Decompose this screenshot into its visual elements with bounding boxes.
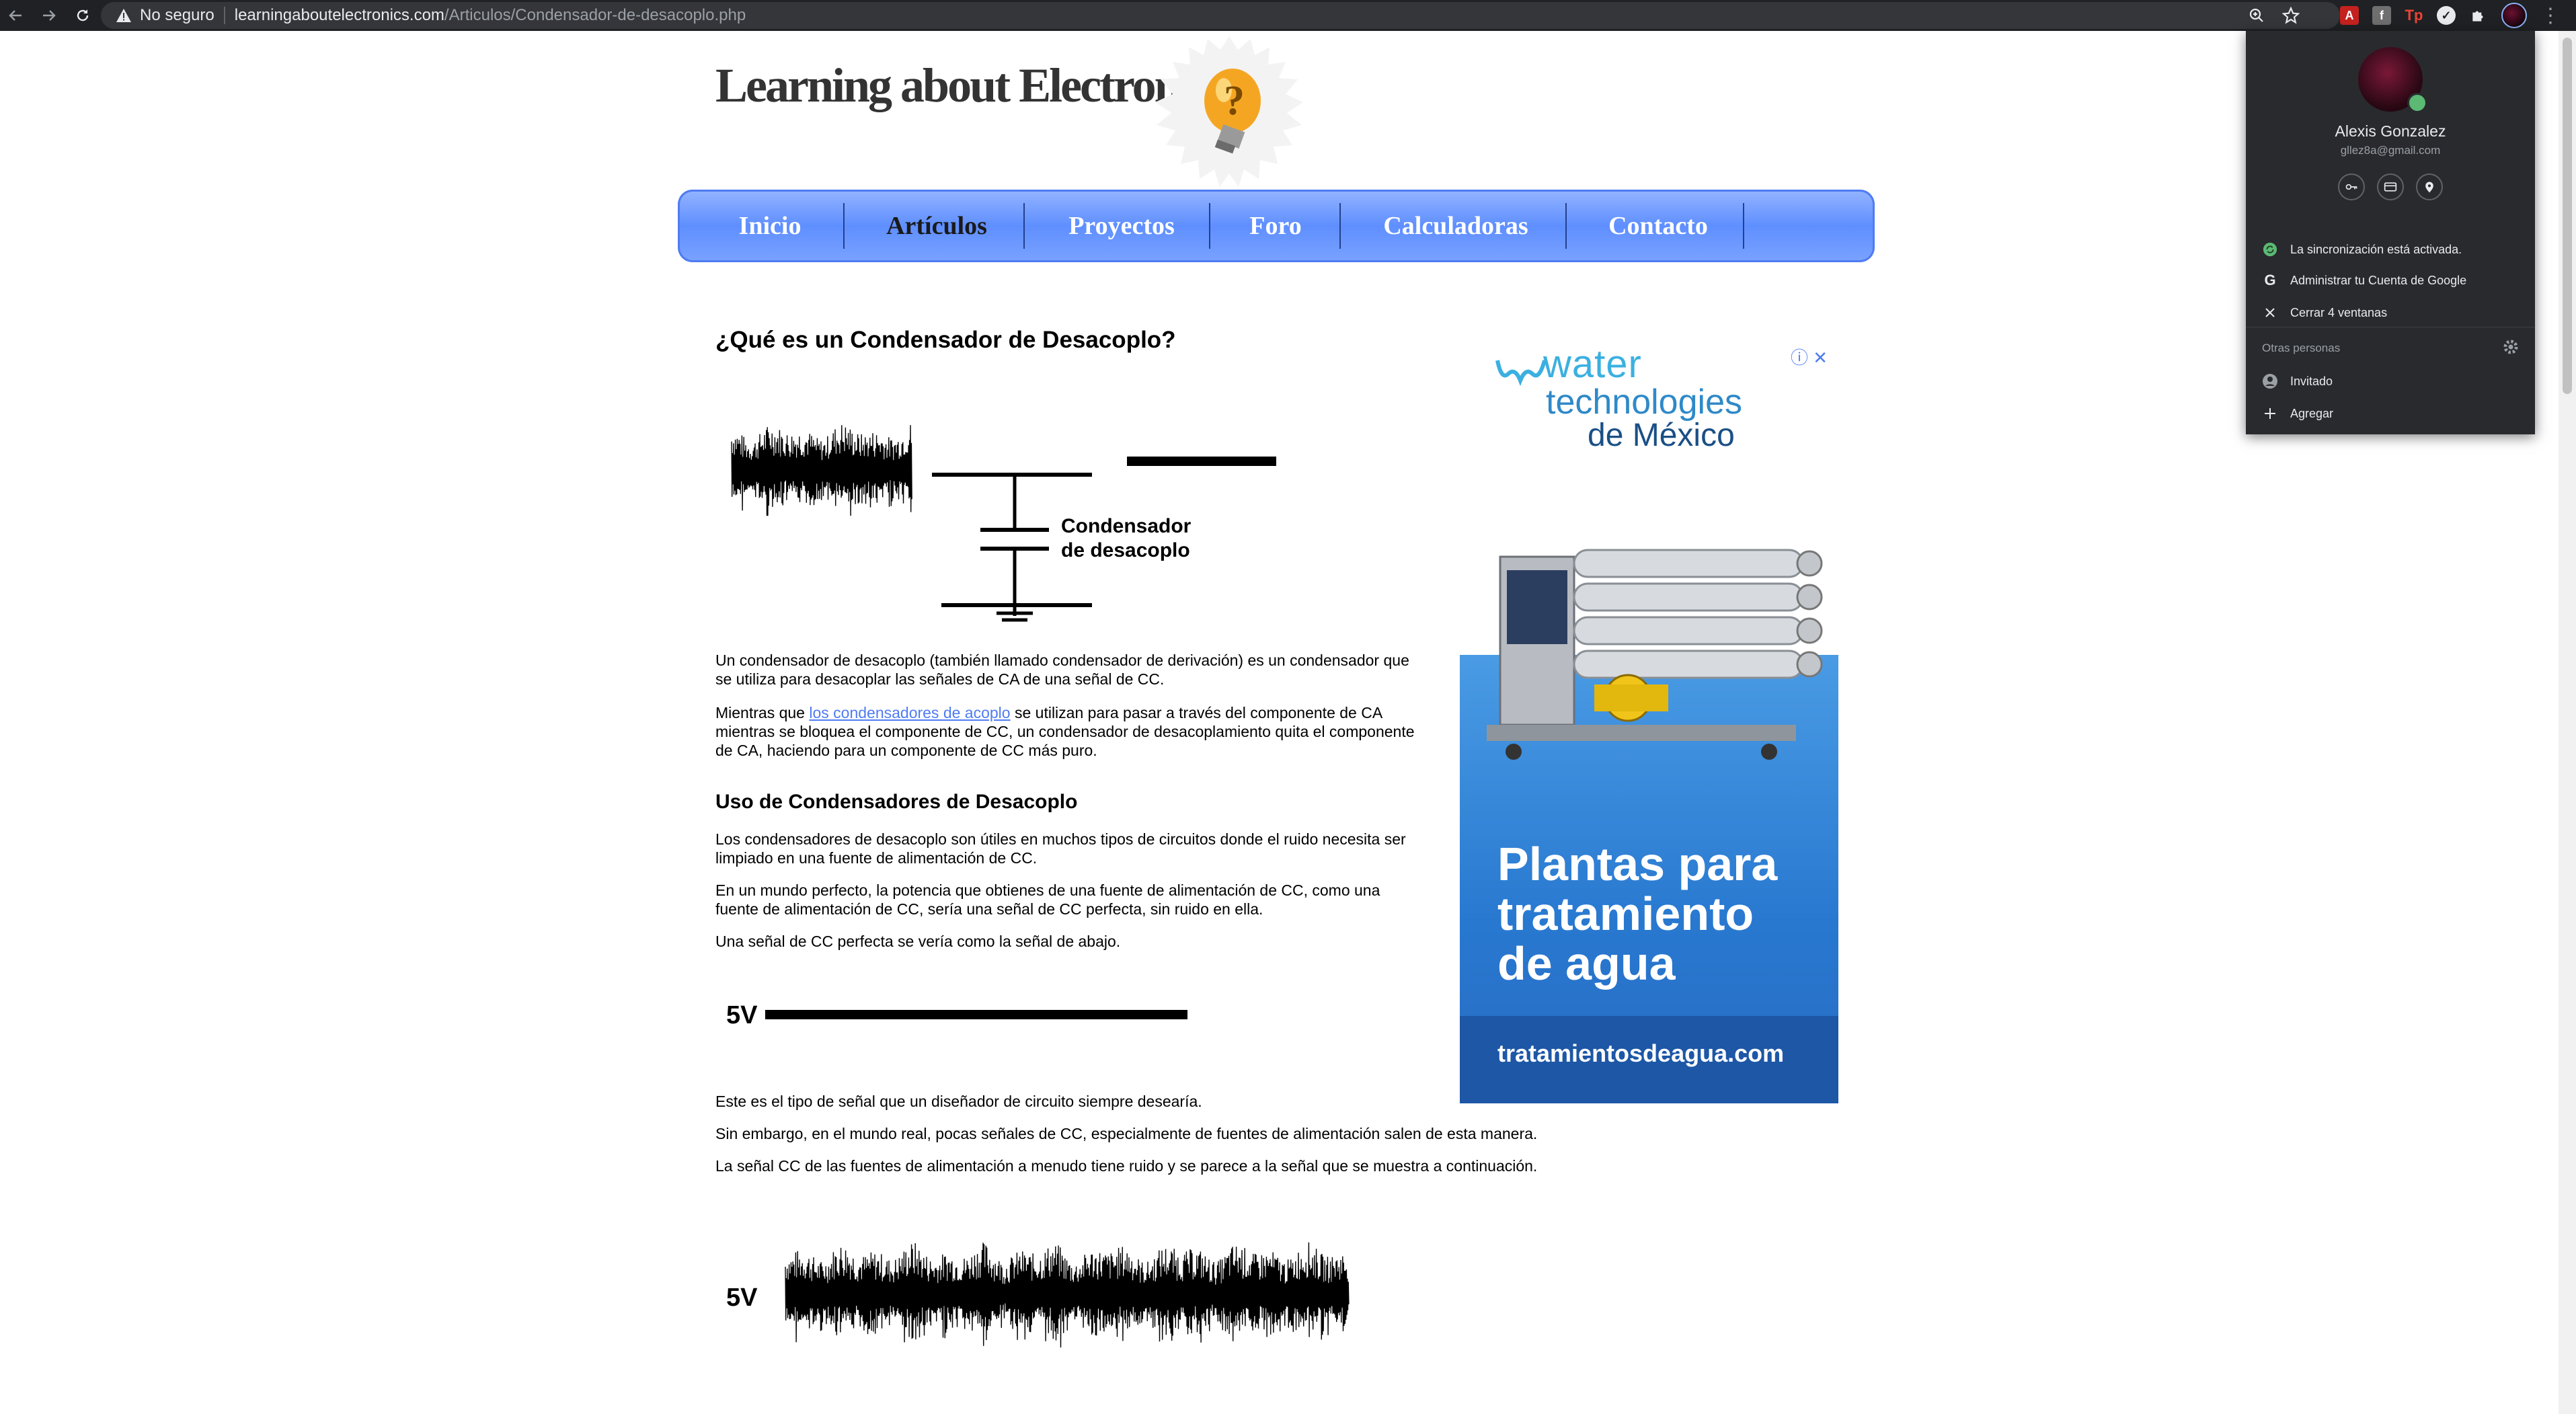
lightbulb-logo-icon: ? — [1155, 36, 1303, 187]
signal-label: 5V — [726, 1001, 758, 1029]
circle-extension-icon[interactable]: ✓ — [2437, 6, 2456, 25]
advertisement[interactable]: water technologies de México Plantas par… — [1460, 315, 1838, 1103]
nav-separator — [1339, 203, 1341, 249]
browser-toolbar: No seguro learningaboutelectronics.com /… — [0, 0, 2576, 31]
security-label[interactable]: No seguro — [140, 6, 214, 25]
paragraph-definition: Un condensador de desacoplo (también lla… — [715, 652, 1409, 688]
sync-badge-icon — [2407, 93, 2427, 113]
close-icon — [2262, 305, 2278, 321]
url-host[interactable]: learningaboutelectronics.com — [235, 6, 444, 25]
facebook-extension-icon[interactable]: f — [2372, 6, 2391, 25]
diagram-label-line1: Condensador — [1061, 515, 1192, 537]
diagram-label-line2: de desacoplo — [1061, 539, 1190, 561]
nav-item-calculadoras[interactable]: Calculadoras — [1345, 190, 1567, 262]
sync-label: La sincronización está activada. — [2290, 242, 2462, 256]
ad-close-icon[interactable]: ⓘ ✕ — [1791, 344, 1828, 369]
ad-brand-water: water — [1543, 342, 1642, 386]
nav-item-foro[interactable]: Foro — [1216, 190, 1335, 262]
card-icon[interactable] — [2377, 173, 2404, 200]
star-icon[interactable] — [2282, 7, 2300, 24]
nav-item-proyectos[interactable]: Proyectos — [1034, 190, 1209, 262]
other-people-heading: Otras personas — [2262, 342, 2341, 354]
reload-icon[interactable] — [67, 0, 98, 31]
url-path[interactable]: /Articulos/Condensador-de-desacoplo.php — [444, 6, 746, 25]
close-windows-label: Cerrar 4 ventanas — [2290, 305, 2388, 319]
key-icon[interactable] — [2338, 173, 2365, 200]
noisy-signal-icon — [731, 425, 912, 516]
google-g-icon: G — [2264, 272, 2276, 288]
address-bar[interactable]: No seguro learningaboutelectronics.com /… — [101, 2, 2340, 29]
add-profile-item[interactable]: Agregar — [2246, 398, 2535, 429]
menu-icon[interactable]: ⋮ — [2540, 4, 2561, 28]
profile-email: gllez8a@gmail.com — [2340, 144, 2441, 157]
nav-item-inicio[interactable]: Inicio — [710, 190, 830, 262]
zoom-icon[interactable] — [2249, 7, 2265, 24]
decoupling-capacitor-diagram: Condensador de desacoplo — [731, 425, 1276, 622]
clean-dc-signal-diagram: 5V — [726, 1001, 1187, 1029]
plus-icon — [2262, 405, 2278, 422]
paragraph-coupling-comparison: Mientras que los condensadores de acoplo… — [715, 703, 1421, 760]
gear-icon[interactable] — [2501, 338, 2520, 356]
guest-profile-item[interactable]: Invitado — [2246, 366, 2535, 397]
person-circle-icon — [2262, 373, 2278, 389]
profile-icon[interactable] — [2501, 3, 2527, 28]
nav-separator — [843, 203, 845, 249]
nav-separator — [1209, 203, 1210, 249]
sync-status-item[interactable]: La sincronización está activada. — [2246, 234, 2535, 265]
main-navigation: Inicio Artículos Proyectos Foro Calculad… — [678, 190, 1875, 262]
forward-icon[interactable] — [34, 0, 65, 31]
url-divider — [223, 7, 225, 24]
profile-name: Alexis Gonzalez — [2335, 122, 2446, 140]
puzzle-icon[interactable] — [2469, 6, 2488, 25]
nav-separator — [1565, 203, 1567, 249]
tp-extension-icon[interactable]: Tp — [2405, 6, 2423, 25]
nav-separator — [1023, 203, 1025, 249]
back-icon[interactable] — [0, 0, 31, 31]
profile-menu: Alexis Gonzalez gllez8a@gmail.com La sin… — [2246, 31, 2535, 434]
manage-account-item[interactable]: G Administrar tu Cuenta de Google — [2246, 265, 2535, 296]
pdf-extension-icon[interactable]: A — [2340, 6, 2359, 25]
close-windows-item[interactable]: Cerrar 4 ventanas — [2246, 297, 2535, 328]
page-scrollbar[interactable] — [2559, 31, 2576, 1414]
signal-label: 5V — [726, 1284, 758, 1312]
section-heading-uses: Uso de Condensadores de Desacoplo — [715, 791, 1078, 813]
noisy-dc-signal-diagram: 5V — [726, 1242, 1350, 1348]
add-label: Agregar — [2290, 406, 2334, 420]
nav-separator — [1743, 203, 1744, 249]
ad-brand-technologies: technologies — [1546, 383, 1742, 422]
warning-icon[interactable] — [116, 8, 132, 23]
nav-item-contacto[interactable]: Contacto — [1572, 190, 1744, 262]
paragraph-text: Mientras que — [715, 704, 810, 721]
ad-headline: Plantas para tratamiento de agua — [1497, 838, 1778, 990]
ad-url[interactable]: tratamientosdeagua.com — [1497, 1039, 1784, 1068]
nav-item-articulos[interactable]: Artículos — [853, 190, 1021, 262]
paragraph-perfect-signal: Una señal de CC perfecta se vería como l… — [715, 933, 1121, 950]
location-icon[interactable] — [2416, 173, 2443, 200]
guest-label: Invitado — [2290, 374, 2333, 388]
paragraph-real-world: Sin embargo, en el mundo real, pocas señ… — [715, 1125, 1538, 1142]
coupling-capacitors-link[interactable]: los condensadores de acoplo — [809, 704, 1010, 721]
ad-brand-mexico: de México — [1588, 418, 1735, 453]
paragraph-perfect-world: En un mundo perfecto, la potencia que ob… — [715, 881, 1380, 918]
water-treatment-plant-image — [1487, 549, 1823, 760]
paragraph-uses: Los condensadores de desacoplo son útile… — [715, 830, 1406, 867]
manage-account-label: Administrar tu Cuenta de Google — [2290, 273, 2467, 287]
web-page: Learning about Electronics ? Inicio Artí… — [0, 31, 2559, 1414]
sync-icon — [2262, 241, 2278, 258]
svg-text:?: ? — [1224, 78, 1245, 124]
water-wave-logo-icon — [1495, 360, 1547, 387]
article-heading: ¿Qué es un Condensador de Desacoplo? — [715, 327, 1176, 353]
scrollbar-thumb[interactable] — [2563, 38, 2572, 394]
paragraph-noisy: La señal CC de las fuentes de alimentaci… — [715, 1157, 1538, 1175]
